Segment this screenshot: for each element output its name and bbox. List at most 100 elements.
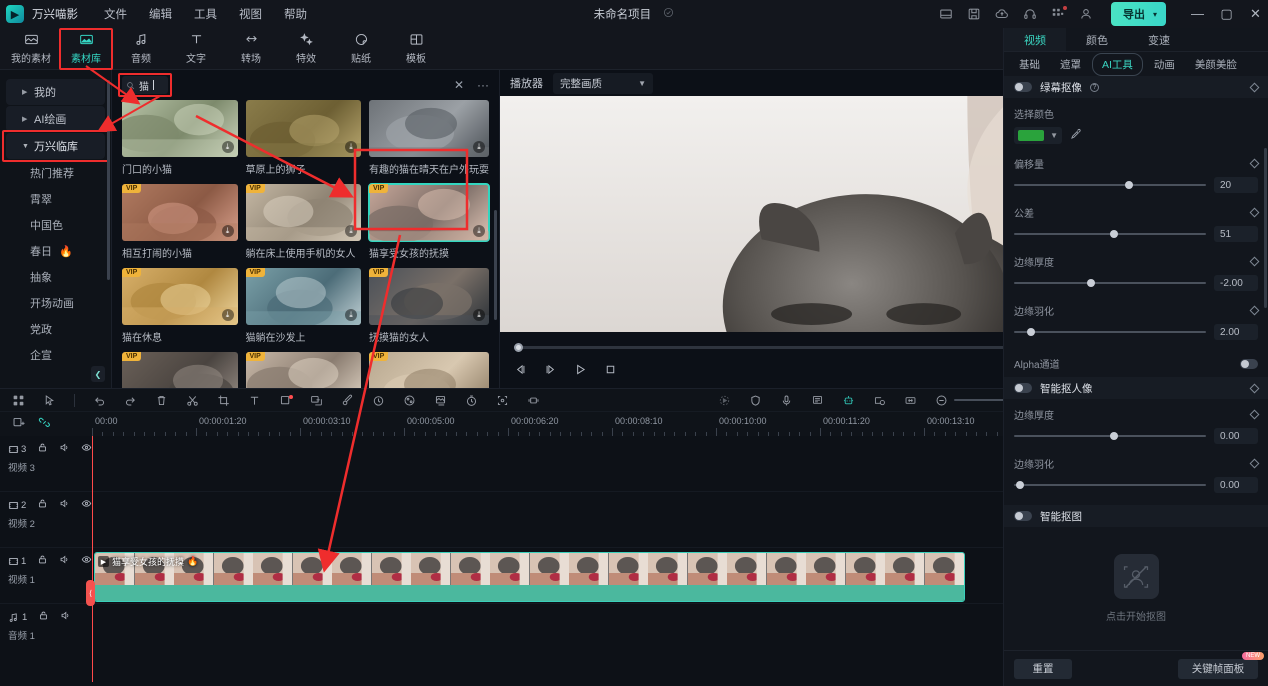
stop-icon[interactable] xyxy=(604,363,617,379)
lock-icon[interactable] xyxy=(37,554,48,568)
reset-button[interactable]: 重置 xyxy=(1014,659,1072,679)
media-item[interactable]: VIP⤓猫躺在沙发上 xyxy=(246,268,362,344)
tab-template[interactable]: 模板 xyxy=(391,30,441,68)
media-thumbnail[interactable]: VIP⤓ xyxy=(369,352,489,388)
link-icon[interactable] xyxy=(38,416,51,432)
media-thumbnail[interactable]: VIP⤓ xyxy=(122,268,238,325)
slider-offset-handle[interactable] xyxy=(1125,181,1133,189)
account-icon[interactable] xyxy=(1079,7,1094,22)
sidebar-item-opening-animation[interactable]: 开场动画 xyxy=(0,290,111,316)
slider-edge-feather-track[interactable] xyxy=(1014,331,1206,333)
slider-edge-thickness-handle[interactable] xyxy=(1087,279,1095,287)
quality-dropdown[interactable]: 完整画质 ▼ xyxy=(553,73,653,94)
media-item[interactable]: VIP⤓抚摸猫的女人 xyxy=(369,268,489,344)
mute-icon[interactable] xyxy=(59,554,70,568)
subtab-animation[interactable]: 动画 xyxy=(1145,54,1184,75)
color-pick-icon[interactable] xyxy=(341,394,354,407)
undo-icon[interactable] xyxy=(93,394,106,407)
subtab-ai-tools[interactable]: AI工具 xyxy=(1092,53,1143,76)
download-icon[interactable]: ⤓ xyxy=(345,225,357,237)
download-icon[interactable]: ⤓ xyxy=(345,141,357,153)
portrait-edge-thickness-handle[interactable] xyxy=(1110,432,1118,440)
slider-edge-feather-handle[interactable] xyxy=(1027,328,1035,336)
media-thumbnail[interactable]: ⤓ xyxy=(122,100,238,157)
player-progress-handle[interactable] xyxy=(514,343,523,352)
mic-icon[interactable] xyxy=(780,394,793,407)
portrait-edge-feather-track[interactable] xyxy=(1014,484,1206,486)
tab-audio[interactable]: 音频 xyxy=(116,30,166,68)
subtab-mask[interactable]: 遮罩 xyxy=(1051,54,1090,75)
grid-view-icon[interactable] xyxy=(12,394,25,407)
delete-icon[interactable] xyxy=(155,394,168,407)
help-icon[interactable]: ? xyxy=(1090,83,1099,92)
mute-icon[interactable] xyxy=(59,498,70,512)
eye-icon[interactable] xyxy=(81,442,92,456)
slider-edge-thickness-track[interactable] xyxy=(1014,282,1206,284)
portrait-edge-thickness-track[interactable] xyxy=(1014,435,1206,437)
fit-timeline-icon[interactable] xyxy=(904,394,917,407)
download-icon[interactable]: ⤓ xyxy=(222,309,234,321)
record-icon[interactable] xyxy=(718,394,731,407)
sidebar-item-abstract[interactable]: 抽象 xyxy=(0,264,111,290)
tab-speed[interactable]: 变速 xyxy=(1128,28,1190,51)
keyframe-diamond-icon[interactable] xyxy=(1250,82,1260,92)
alpha-channel-toggle[interactable] xyxy=(1240,359,1258,369)
slider-edge-thickness-value[interactable]: -2.00 xyxy=(1214,275,1258,291)
sidebar-scrollbar[interactable] xyxy=(107,80,110,280)
keyframe-diamond-icon[interactable] xyxy=(1250,410,1260,420)
keyframe-diamond-icon[interactable] xyxy=(1250,459,1260,469)
media-item[interactable]: VIP⤓抚摸猫的女人 xyxy=(246,352,362,388)
subtitle-icon[interactable] xyxy=(811,394,824,407)
slider-tolerance-handle[interactable] xyxy=(1110,230,1118,238)
slider-tolerance-track[interactable] xyxy=(1014,233,1206,235)
close-button[interactable]: ✕ xyxy=(1249,6,1262,22)
chroma-key-toggle[interactable] xyxy=(1014,82,1032,92)
menu-item-view[interactable]: 视图 xyxy=(239,6,262,22)
smart-matting-toggle[interactable] xyxy=(1014,511,1032,521)
lock-icon[interactable] xyxy=(37,498,48,512)
minimize-button[interactable]: — xyxy=(1191,6,1204,22)
sidebar-item-china-color[interactable]: 中国色 xyxy=(0,212,111,238)
save-icon[interactable] xyxy=(967,7,982,22)
media-thumbnail[interactable]: VIP⤓ xyxy=(369,184,489,241)
playhead[interactable] xyxy=(92,436,93,682)
shield-icon[interactable] xyxy=(749,394,762,407)
slider-offset-value[interactable]: 20 xyxy=(1214,177,1258,193)
portrait-edge-feather-value[interactable]: 0.00 xyxy=(1214,477,1258,493)
tab-text[interactable]: 文字 xyxy=(171,30,221,68)
chevron-down-icon[interactable]: ▾ xyxy=(1153,10,1157,19)
subtab-beauty[interactable]: 美颜美脸 xyxy=(1186,54,1246,75)
media-thumbnail[interactable]: VIP⤓ xyxy=(246,352,362,388)
eye-icon[interactable] xyxy=(81,498,92,512)
download-icon[interactable]: ⤓ xyxy=(473,225,485,237)
media-item[interactable]: VIP⤓一只沙发上的猫 xyxy=(122,352,238,388)
adjust-icon[interactable] xyxy=(434,394,447,407)
track-icon[interactable] xyxy=(873,394,886,407)
menu-item-help[interactable]: 帮助 xyxy=(284,6,307,22)
sidebar-item-enterprise[interactable]: 企宣 xyxy=(0,342,111,368)
smart-portrait-toggle[interactable] xyxy=(1014,383,1032,393)
sidebar-group-ai-painting[interactable]: ▶ AI绘画 xyxy=(6,106,105,132)
media-thumbnail[interactable]: VIP⤓ xyxy=(246,184,362,241)
portrait-edge-feather-handle[interactable] xyxy=(1016,481,1024,489)
fit-icon[interactable] xyxy=(496,394,509,407)
timeline-clip[interactable]: ▶ 猫享受女孩的抚摸 🔥 xyxy=(94,552,965,602)
sticker-text-icon[interactable] xyxy=(310,394,323,407)
play-icon[interactable] xyxy=(574,363,587,379)
zoom-out-icon[interactable] xyxy=(935,394,948,407)
keyframe-diamond-icon[interactable] xyxy=(1250,159,1260,169)
tab-video[interactable]: 视频 xyxy=(1004,28,1066,51)
media-item[interactable]: VIP⤓相互打闹的小猫 xyxy=(122,184,238,260)
mask-icon[interactable] xyxy=(279,394,292,407)
media-thumbnail[interactable]: VIP⤓ xyxy=(246,268,362,325)
mute-icon[interactable] xyxy=(60,610,71,624)
add-track-icon[interactable] xyxy=(12,416,25,432)
tab-my-media[interactable]: 我的素材 xyxy=(6,30,56,68)
media-item[interactable]: ⤓有趣的猫在晴天在户外玩耍 xyxy=(369,100,489,176)
media-thumbnail[interactable]: ⤓ xyxy=(369,100,489,157)
keyframe-diamond-icon[interactable] xyxy=(1250,257,1260,267)
download-icon[interactable]: ⤓ xyxy=(222,141,234,153)
download-icon[interactable]: ⤓ xyxy=(345,309,357,321)
layout-icon[interactable] xyxy=(939,7,954,22)
media-item[interactable]: ⤓门口的小猫 xyxy=(122,100,238,176)
